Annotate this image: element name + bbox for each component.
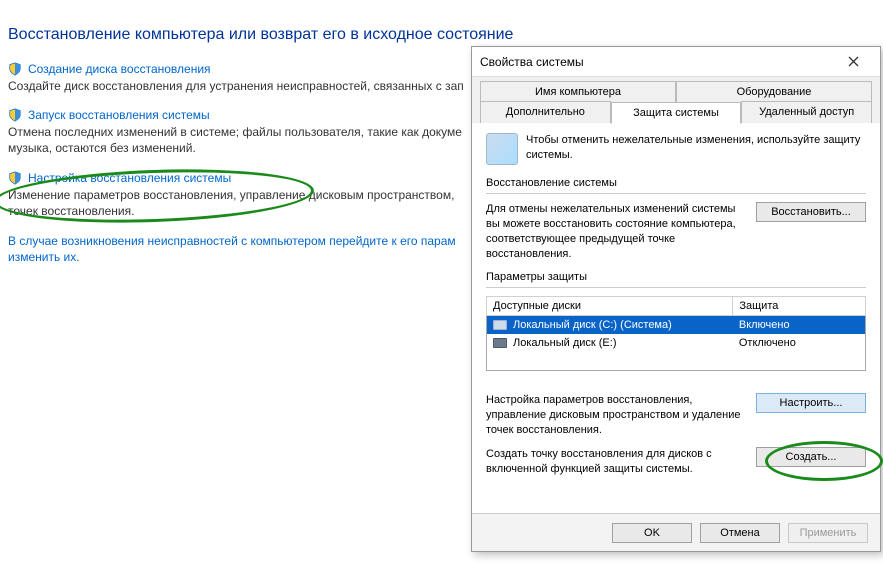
link-desc: Создайте диск восстановления для устране…	[8, 78, 478, 94]
link-label: Создание диска восстановления	[28, 62, 211, 76]
close-button[interactable]	[834, 48, 872, 76]
tab-hardware[interactable]: Оборудование	[676, 81, 872, 102]
page-title: Восстановление компьютера или возврат ег…	[8, 26, 875, 44]
shield-icon	[8, 171, 22, 185]
shield-icon	[8, 108, 22, 122]
link-desc: Отмена последних изменений в системе; фа…	[8, 124, 478, 156]
tab-computer-name[interactable]: Имя компьютера	[480, 81, 676, 102]
divider	[486, 287, 866, 288]
col-disks[interactable]: Доступные диски	[487, 297, 733, 316]
tab-remote[interactable]: Удаленный доступ	[741, 101, 872, 123]
footer-link[interactable]: В случае возникновения неисправностей с …	[8, 233, 478, 265]
link-label: Настройка восстановления системы	[28, 171, 231, 185]
link-desc: Изменение параметров восстановления, упр…	[8, 187, 478, 219]
system-protection-icon	[486, 133, 518, 165]
close-icon	[848, 56, 859, 67]
banner-text: Чтобы отменить нежелательные изменения, …	[526, 133, 866, 165]
tab-system-protection[interactable]: Защита системы	[611, 102, 742, 124]
restore-button[interactable]: Восстановить...	[756, 202, 866, 222]
create-button[interactable]: Создать...	[756, 447, 866, 467]
col-protection[interactable]: Защита	[733, 297, 866, 316]
group-label-restore: Восстановление системы	[486, 177, 866, 189]
table-row[interactable]: Локальный диск (C:) (Система) Включено	[487, 316, 866, 335]
table-row[interactable]: Локальный диск (E:) Отключено	[487, 334, 866, 352]
ok-button[interactable]: OK	[612, 523, 692, 543]
link-label: Запуск восстановления системы	[28, 108, 210, 122]
tab-advanced[interactable]: Дополнительно	[480, 101, 611, 123]
protection-disks-table[interactable]: Доступные диски Защита Локальный диск (C…	[486, 296, 866, 371]
shield-icon	[8, 62, 22, 76]
group-label-params: Параметры защиты	[486, 271, 866, 283]
apply-button: Применить	[788, 523, 868, 543]
cancel-button[interactable]: Отмена	[700, 523, 780, 543]
system-properties-dialog: Свойства системы Имя компьютера Оборудов…	[471, 46, 881, 552]
divider	[486, 193, 866, 194]
configure-description: Настройка параметров восстановления, упр…	[486, 393, 746, 438]
disk-name: Локальный диск (C:) (Система)	[513, 319, 672, 331]
dialog-titlebar[interactable]: Свойства системы	[472, 47, 880, 77]
disk-protection: Включено	[733, 316, 866, 335]
create-description: Создать точку восстановления для дисков …	[486, 447, 746, 477]
disk-icon	[493, 338, 507, 348]
disk-name: Локальный диск (E:)	[513, 337, 617, 349]
configure-button[interactable]: Настроить...	[756, 393, 866, 413]
restore-description: Для отмены нежелательных изменений систе…	[486, 202, 746, 261]
disk-icon	[493, 320, 507, 330]
dialog-title: Свойства системы	[480, 55, 834, 69]
disk-protection: Отключено	[733, 334, 866, 352]
